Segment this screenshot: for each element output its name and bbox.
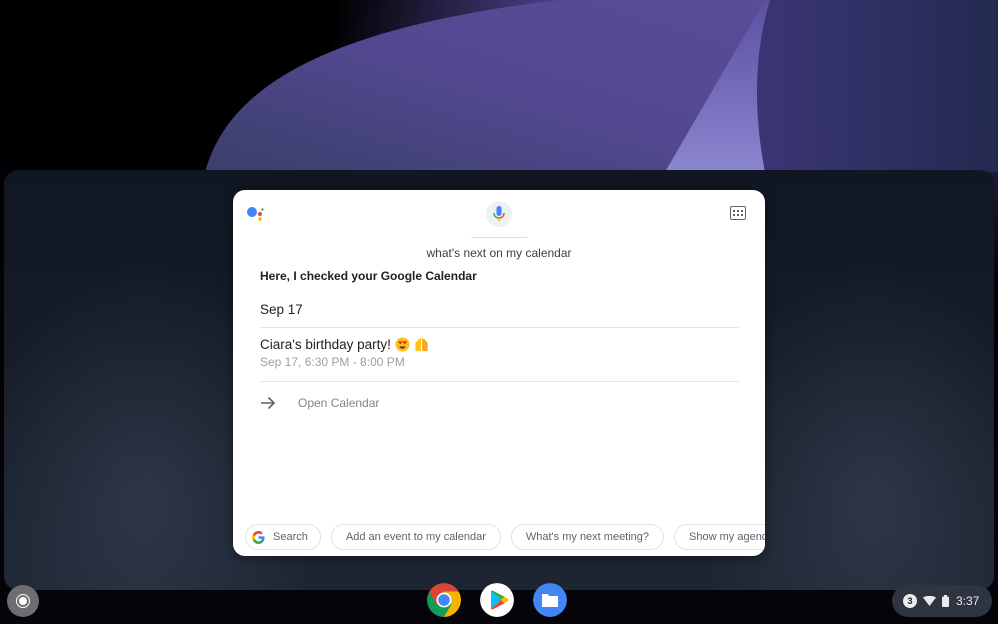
chip-label: Search [273, 531, 308, 543]
assistant-card: what's next on my calendar Here, I check… [233, 190, 765, 556]
chip-label: Add an event to my calendar [345, 531, 486, 543]
chip-label: What's my next meeting? [525, 531, 650, 543]
response-title: Here, I checked your Google Calendar [260, 269, 477, 283]
chip-add-event[interactable]: Add an event to my calendar [330, 524, 501, 550]
google-assistant-icon [247, 207, 264, 221]
open-calendar-link[interactable]: Open Calendar [260, 392, 379, 414]
files-icon[interactable] [533, 583, 567, 617]
mic-underline [471, 237, 527, 238]
chip-show-agenda[interactable]: Show my agenda for [674, 524, 765, 550]
chip-next-meeting[interactable]: What's my next meeting? [510, 524, 665, 550]
wifi-icon [923, 596, 936, 606]
divider [260, 381, 739, 382]
event-title: Ciara's birthday party! [260, 337, 391, 352]
microphone-icon [493, 206, 505, 221]
launcher-icon [16, 594, 30, 608]
chip-label: Show my agenda for [689, 531, 765, 543]
query-text: what's next on my calendar [426, 246, 572, 260]
calendar-event[interactable]: Ciara's birthday party! Sep 17, 6:30 PM … [260, 337, 739, 377]
open-calendar-label: Open Calendar [298, 396, 380, 410]
google-g-icon [252, 530, 265, 544]
launcher-button[interactable] [7, 585, 39, 617]
chrome-icon[interactable] [427, 583, 461, 617]
heart-eyes-emoji [395, 337, 410, 352]
clock: 3:37 [956, 594, 980, 608]
date-header: Sep 17 [260, 302, 303, 317]
keyboard-icon [733, 210, 743, 216]
status-area[interactable]: 3 3:37 [892, 585, 992, 617]
divider [260, 327, 739, 328]
notification-count-badge: 3 [903, 594, 917, 608]
battery-icon [942, 595, 949, 607]
arrow-right-icon [261, 396, 276, 410]
microphone-button[interactable] [486, 201, 512, 227]
play-store-icon[interactable] [480, 583, 514, 617]
keyboard-button[interactable] [730, 206, 746, 220]
raised-hands-emoji [415, 338, 428, 352]
suggestion-chips: Search Add an event to my calendar What'… [245, 524, 765, 550]
chip-search[interactable]: Search [245, 524, 321, 550]
shelf: 3 3:37 [0, 578, 998, 624]
event-time: Sep 17, 6:30 PM - 8:00 PM [260, 355, 405, 369]
event-title-row: Ciara's birthday party! [260, 337, 739, 352]
